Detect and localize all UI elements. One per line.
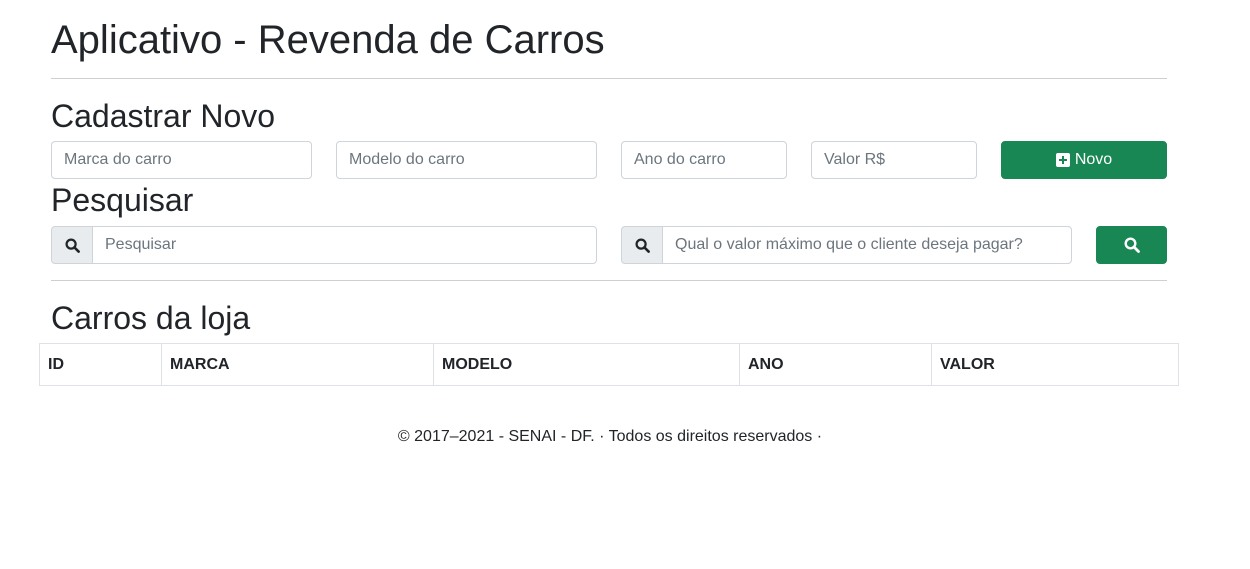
cars-table: ID MARCA MODELO ANO VALOR [39,343,1179,386]
register-heading: Cadastrar Novo [51,98,276,134]
column-header-modelo[interactable]: MODELO [433,343,740,386]
column-header-id[interactable]: ID [39,343,162,386]
new-car-button-label: Novo [1074,151,1113,168]
search-icon [634,237,650,253]
max-value-input[interactable] [662,226,1072,264]
max-value-addon [621,226,663,264]
search-button[interactable] [1096,226,1167,264]
plus-square-icon [1055,153,1070,167]
search-addon [51,226,93,264]
brand-input[interactable] [51,141,312,179]
search-heading: Pesquisar [51,182,194,218]
price-input[interactable] [811,141,977,179]
column-header-ano[interactable]: ANO [739,343,932,386]
year-input[interactable] [621,141,787,179]
page-title: Aplicativo - Revenda de Carros [51,18,605,62]
search-icon [64,237,80,253]
column-header-valor[interactable]: VALOR [931,343,1179,386]
footer-text: © 2017–2021 - SENAI - DF. · Todos os dir… [397,428,823,445]
new-car-button[interactable]: Novo [1001,141,1167,179]
column-header-marca[interactable]: MARCA [161,343,434,386]
title-divider [51,78,1167,79]
search-divider [51,280,1167,281]
search-input[interactable] [92,226,597,264]
search-icon [1123,237,1140,253]
cars-table-header-row: ID MARCA MODELO ANO VALOR [39,343,1179,386]
model-input[interactable] [336,141,597,179]
cars-heading: Carros da loja [51,300,251,336]
